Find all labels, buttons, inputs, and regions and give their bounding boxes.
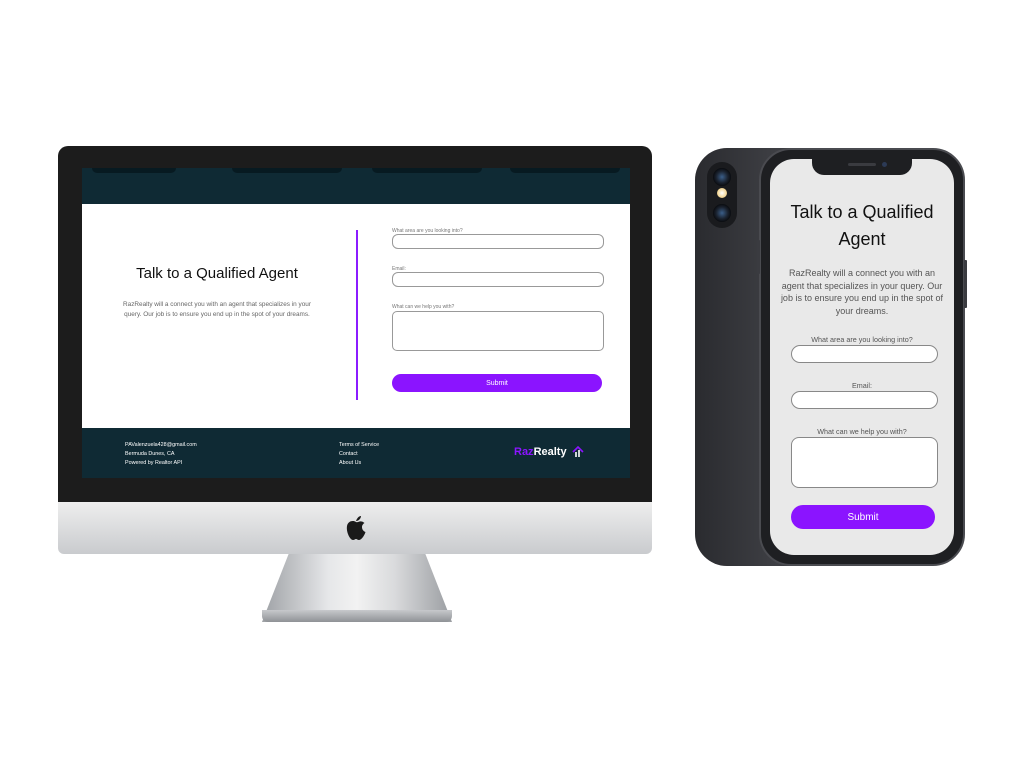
camera-lens-icon (713, 204, 731, 222)
speaker-icon (848, 163, 876, 166)
area-input[interactable] (392, 234, 604, 249)
email-field[interactable] (392, 272, 604, 287)
brand-logo[interactable]: RazRealty (514, 446, 584, 458)
nav-tab-1[interactable] (92, 168, 176, 173)
site-header (82, 168, 630, 204)
help-textarea[interactable] (392, 311, 604, 351)
desktop-screen: Talk to a Qualified Agent RazRealty will… (82, 168, 630, 478)
nav-tab-2[interactable] (232, 168, 342, 173)
mobile-help-label: What can we help you with? (817, 427, 907, 436)
page-description: RazRealty will a connect you with an age… (123, 301, 311, 318)
camera-module (707, 162, 737, 228)
mobile-email-label: Email: (852, 381, 872, 390)
mobile-email-field[interactable] (791, 391, 938, 409)
monitor-bezel: Talk to a Qualified Agent RazRealty will… (58, 146, 652, 502)
site-footer: PAValenzuela428@gmail.com Bermuda Dunes,… (82, 428, 630, 478)
section-divider (356, 230, 358, 400)
apple-logo-icon (346, 516, 366, 540)
mobile-area-input[interactable] (791, 345, 938, 363)
footer-links: Terms of Service Contact About Us (339, 441, 379, 468)
page-title: Talk to a Qualified Agent (136, 265, 298, 282)
power-button (964, 260, 967, 308)
help-label: What can we help you with? (392, 304, 455, 310)
volume-button (757, 240, 760, 274)
camera-lens-icon (713, 168, 731, 186)
front-camera-icon (882, 162, 887, 167)
submit-button[interactable]: Submit (392, 374, 602, 392)
footer-link-contact[interactable]: Contact (339, 450, 379, 459)
contact-section: Talk to a Qualified Agent RazRealty will… (82, 204, 630, 428)
footer-location: Bermuda Dunes, CA (125, 451, 175, 457)
desktop-monitor-mockup: Talk to a Qualified Agent RazRealty will… (58, 146, 652, 622)
mobile-submit-button[interactable]: Submit (791, 505, 935, 529)
monitor-stand-base (262, 610, 452, 622)
footer-contact: PAValenzuela428@gmail.com Bermuda Dunes,… (125, 441, 197, 468)
footer-powered-by: Powered by Realtor API (125, 460, 183, 466)
monitor-chin (58, 502, 652, 554)
footer-email[interactable]: PAValenzuela428@gmail.com (125, 441, 197, 450)
nav-tab-4[interactable] (510, 168, 620, 173)
nav-tab-3[interactable] (372, 168, 482, 173)
logo-text-realty: Realty (533, 446, 567, 458)
flash-icon (717, 188, 727, 198)
mobile-help-textarea[interactable] (791, 437, 938, 488)
mobile-screen: Talk to a Qualified Agent RazRealty will… (770, 159, 954, 555)
mobile-area-label: What area are you looking into? (811, 335, 913, 344)
house-arrow-icon (572, 446, 584, 458)
mobile-page-description: RazRealty will a connect you with an age… (780, 268, 944, 316)
mobile-page-title: Talk to a Qualified Agent (790, 202, 934, 249)
logo-text-raz: Raz (514, 446, 534, 458)
footer-link-about[interactable]: About Us (339, 459, 379, 468)
phone-notch (812, 159, 912, 175)
phone-front-mockup: Talk to a Qualified Agent RazRealty will… (757, 148, 967, 566)
footer-link-terms[interactable]: Terms of Service (339, 441, 379, 450)
